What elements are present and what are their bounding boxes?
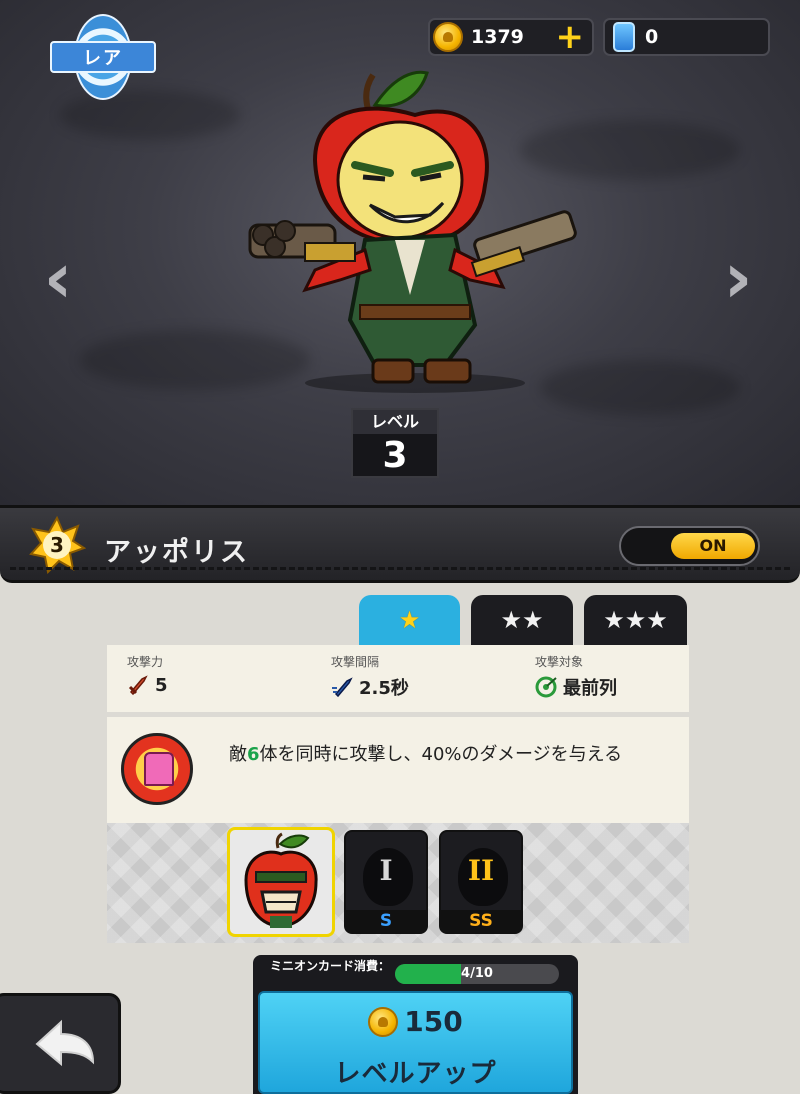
deploy-toggle[interactable]: ON [619, 526, 760, 566]
back-arrow-icon [35, 1019, 95, 1067]
fortress-skill-icon [121, 733, 193, 805]
levelup-label: レベルアップ [334, 1059, 497, 1089]
card-progress-text: 4/10 [461, 966, 493, 981]
gem-icon [613, 22, 635, 52]
hero-level-box: レベル 3 [351, 408, 439, 478]
hero-display: レア 1379 + 0 ‹ › レベル 3 [0, 0, 800, 505]
evolution-card-base[interactable] [227, 827, 335, 937]
stat-interval: 攻撃間隔 2.5秒 [331, 653, 409, 700]
sword-icon [128, 675, 148, 696]
evolution-numeral: I [379, 854, 393, 887]
apple-gunner-character [248, 70, 577, 393]
target-icon [535, 676, 557, 698]
gold-amount: 1379 [471, 26, 524, 48]
evolution-rank: SS [441, 910, 521, 932]
evolution-numeral: II [467, 854, 495, 887]
price-value: 150 [404, 1005, 463, 1038]
prev-hero-button[interactable]: ‹ [40, 243, 76, 313]
gem-amount: 0 [645, 26, 659, 48]
gold-counter: 1379 + [428, 18, 594, 56]
toggle-state: ON [671, 533, 755, 559]
card-cost-label: ミニオンカード消費： [269, 959, 390, 973]
gold-coin-icon [433, 22, 463, 52]
stat-label: 攻撃力 [127, 655, 164, 669]
skill-description: 敵6体を同時に攻撃し、40%のダメージを与える [229, 744, 623, 765]
rarity-badge: レア [50, 14, 156, 100]
star-icon: ★ [398, 606, 421, 634]
stat-label: 攻撃間隔 [331, 655, 380, 669]
gold-coin-icon [368, 1006, 399, 1037]
back-button[interactable] [0, 993, 121, 1094]
levelup-panel: ミニオンカード消費： 4/10 150 レベルアップ [253, 955, 578, 1094]
speed-sword-icon [332, 677, 353, 698]
next-hero-button[interactable]: › [720, 243, 756, 313]
level-label: レベル [353, 410, 437, 434]
level-value: 3 [382, 435, 408, 476]
tab-one-star[interactable]: ★ [359, 595, 460, 645]
hero-name-bar: 3 アッポリス ON [0, 505, 800, 583]
rarity-label: レア [50, 41, 156, 73]
skill-panel: 敵6体を同時に攻撃し、40%のダメージを与える [107, 717, 689, 823]
stat-attack: 攻撃力 5 [127, 653, 168, 696]
tab-two-star[interactable]: ★★ [471, 595, 573, 645]
hero-name: アッポリス [104, 537, 249, 568]
stat-value: 2.5秒 [359, 678, 409, 699]
stat-label: 攻撃対象 [535, 655, 584, 669]
levelup-button[interactable]: 150 レベルアップ [258, 991, 573, 1094]
add-gold-button[interactable]: + [556, 20, 585, 54]
stat-value: 最前列 [563, 678, 617, 699]
apple-minion-portrait [244, 832, 318, 928]
card-progress-bar: 4/10 [395, 964, 559, 984]
star-rank-badge: 3 [28, 515, 87, 575]
gem-counter: 0 [603, 18, 770, 56]
evolution-card-ss[interactable]: II SS [439, 830, 523, 934]
star-rank-value: 3 [50, 533, 64, 557]
evolution-strip: I S II SS [107, 823, 689, 943]
star-icon: ★★ [500, 606, 544, 634]
stat-value: 5 [155, 674, 168, 696]
tab-three-star[interactable]: ★★★ [584, 595, 687, 645]
evolution-card-s[interactable]: I S [344, 830, 428, 934]
skill-target-count: 6 [247, 744, 260, 765]
levelup-price: 150 [260, 1005, 571, 1038]
stat-target: 攻撃対象 最前列 [535, 653, 617, 700]
stats-panel: 攻撃力 5 攻撃間隔 2.5秒 攻撃対象 最前列 [107, 645, 689, 712]
star-icon: ★★★ [603, 606, 668, 634]
evolution-rank: S [346, 910, 426, 932]
stitch-divider [10, 567, 790, 570]
